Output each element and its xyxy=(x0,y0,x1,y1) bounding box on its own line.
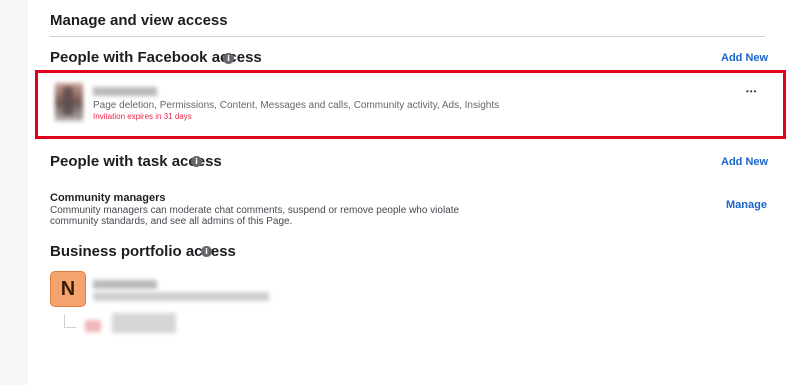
invitation-expiry: Invitation expires in 31 days xyxy=(93,112,192,121)
tree-connector xyxy=(64,327,76,328)
task-access-add-new-button[interactable]: Add New xyxy=(721,156,768,168)
business-avatar[interactable]: N xyxy=(50,271,86,307)
sub-entry-name-blurred xyxy=(112,313,176,333)
info-icon[interactable]: i xyxy=(191,156,202,167)
sub-entry-avatar-blurred xyxy=(85,320,101,332)
info-icon[interactable]: i xyxy=(223,53,234,64)
section-divider xyxy=(50,36,765,37)
community-managers-manage-button[interactable]: Manage xyxy=(726,199,767,211)
community-managers-description-line2: community standards, and see all admins … xyxy=(50,216,293,227)
business-detail-blurred xyxy=(93,292,269,301)
business-name-blurred xyxy=(93,280,157,289)
info-icon[interactable]: i xyxy=(201,246,212,257)
manage-access-title: Manage and view access xyxy=(50,12,228,29)
facebook-access-add-new-button[interactable]: Add New xyxy=(721,52,768,64)
more-options-icon[interactable]: ••• xyxy=(746,87,757,96)
tree-connector xyxy=(64,314,65,328)
person-name-blurred xyxy=(93,87,157,96)
person-permissions: Page deletion, Permissions, Content, Mes… xyxy=(93,100,500,111)
community-managers-title: Community managers xyxy=(50,192,166,204)
person-avatar-blurred[interactable] xyxy=(55,83,83,121)
